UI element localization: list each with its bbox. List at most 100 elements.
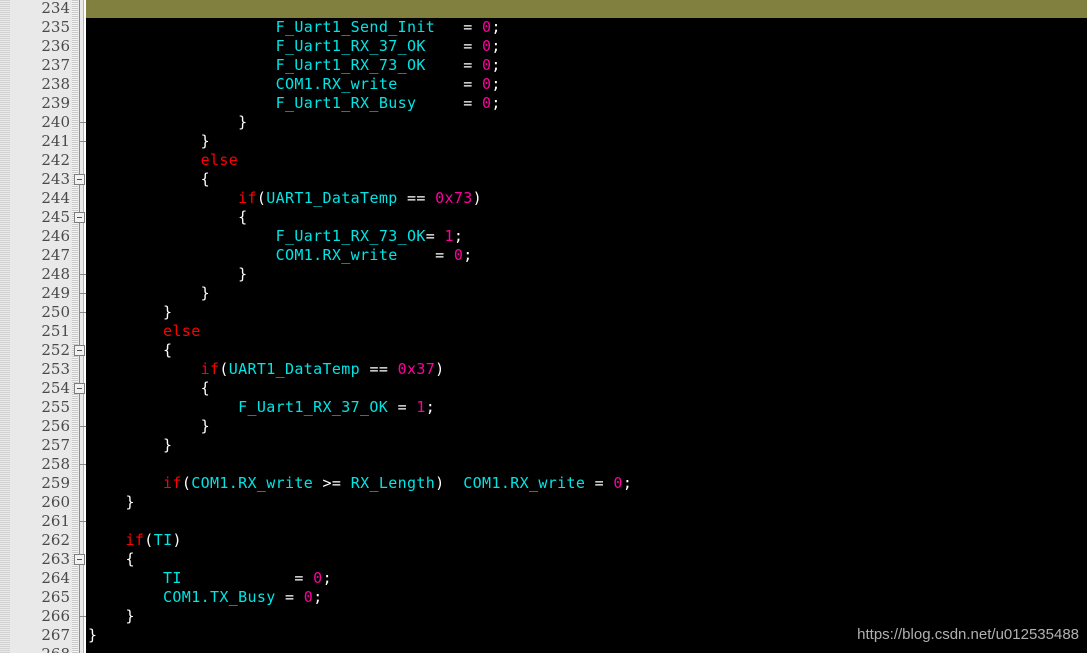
gutter-row: 239 xyxy=(0,94,86,113)
code-text-area[interactable]: F_Uart1_Send_Init = 0; F_Uart1_RX_37_OK … xyxy=(86,0,1087,653)
line-number: 246 xyxy=(41,227,70,245)
code-line[interactable]: } xyxy=(86,607,1087,626)
code-line-text: } xyxy=(86,417,1087,436)
code-token-num: 0 xyxy=(482,56,492,74)
code-line[interactable] xyxy=(86,512,1087,531)
code-line[interactable] xyxy=(86,455,1087,474)
code-line[interactable]: if(COM1.RX_write >= RX_Length) COM1.RX_w… xyxy=(86,474,1087,493)
gutter-row: 243 xyxy=(0,170,86,189)
code-token-id: COM1.RX_write xyxy=(275,75,398,93)
code-line[interactable]: } xyxy=(86,284,1087,303)
line-number: 235 xyxy=(41,18,70,36)
code-line[interactable]: } xyxy=(86,417,1087,436)
gutter-row: 241 xyxy=(0,132,86,151)
code-line[interactable]: F_Uart1_RX_37_OK = 0; xyxy=(86,37,1087,56)
code-token-pun: ; xyxy=(425,398,436,416)
line-number: 234 xyxy=(41,0,70,17)
code-token-op: = xyxy=(594,474,605,492)
code-line[interactable]: if(UART1_DataTemp == 0x37) xyxy=(86,360,1087,379)
line-number: 266 xyxy=(41,607,70,625)
code-line[interactable]: else xyxy=(86,322,1087,341)
code-token-op: == xyxy=(406,189,426,207)
code-line[interactable]: F_Uart1_RX_Busy = 0; xyxy=(86,94,1087,113)
gutter-row: 237 xyxy=(0,56,86,75)
code-line[interactable]: { xyxy=(86,170,1087,189)
code-line[interactable]: { xyxy=(86,208,1087,227)
line-number: 252 xyxy=(41,341,70,359)
code-line[interactable]: } xyxy=(86,132,1087,151)
code-token-id: F_Uart1_RX_37_OK xyxy=(238,398,389,416)
code-token-pun: ; xyxy=(453,227,464,245)
code-line[interactable]: COM1.RX_write = 0; xyxy=(86,75,1087,94)
code-line[interactable]: } xyxy=(86,303,1087,322)
code-line[interactable]: F_Uart1_RX_73_OK= 1; xyxy=(86,227,1087,246)
code-line[interactable]: F_Uart1_RX_73_OK = 0; xyxy=(86,56,1087,75)
gutter-row: 264 xyxy=(0,569,86,588)
gutter-row: 247 xyxy=(0,246,86,265)
line-number: 249 xyxy=(41,284,70,302)
line-number: 247 xyxy=(41,246,70,264)
code-line[interactable]: COM1.TX_Busy = 0; xyxy=(86,588,1087,607)
line-number: 236 xyxy=(41,37,70,55)
code-line-text: { xyxy=(86,379,1087,398)
code-token-num: 0x73 xyxy=(435,189,473,207)
gutter-row: 244 xyxy=(0,189,86,208)
code-token-pun: ( xyxy=(256,189,267,207)
code-line[interactable]: if(UART1_DataTemp == 0x73) xyxy=(86,189,1087,208)
code-token-num: 0 xyxy=(482,37,492,55)
code-line[interactable]: else xyxy=(86,151,1087,170)
code-line[interactable]: } xyxy=(86,436,1087,455)
fold-collapse-icon[interactable] xyxy=(74,212,85,223)
code-line[interactable]: { xyxy=(86,379,1087,398)
fold-collapse-icon[interactable] xyxy=(74,345,85,356)
code-line-text: } xyxy=(86,132,1087,151)
code-line[interactable]: { xyxy=(86,550,1087,569)
code-token-op: >= xyxy=(322,474,342,492)
code-token-pun: ; xyxy=(491,37,501,55)
code-token-id: RX_Length xyxy=(350,474,436,492)
code-line-text: } xyxy=(86,436,1087,455)
code-token-pun: ) xyxy=(435,474,445,492)
code-token-pun: { xyxy=(238,208,248,226)
code-line[interactable]: if(TI) xyxy=(86,531,1087,550)
code-line-text: } xyxy=(86,303,1087,322)
line-number: 239 xyxy=(41,94,70,112)
fold-collapse-icon[interactable] xyxy=(74,174,85,185)
code-line[interactable]: } xyxy=(86,265,1087,284)
code-line[interactable]: COM1.RX_write = 0; xyxy=(86,246,1087,265)
code-token-kw: if xyxy=(238,189,257,207)
code-token-pun: } xyxy=(200,132,210,150)
code-line[interactable]: F_Uart1_Send_Init = 0; xyxy=(86,18,1087,37)
code-token-pun: ; xyxy=(622,474,633,492)
code-line[interactable]: } xyxy=(86,113,1087,132)
code-line[interactable]: { xyxy=(86,341,1087,360)
code-line[interactable]: TI = 0; xyxy=(86,569,1087,588)
line-number: 245 xyxy=(41,208,70,226)
code-line-text: F_Uart1_RX_73_OK= 1; xyxy=(86,227,1087,246)
code-token-num: 0 xyxy=(613,474,623,492)
fold-collapse-icon[interactable] xyxy=(74,554,85,565)
gutter-row: 242 xyxy=(0,151,86,170)
code-token-pun: } xyxy=(163,436,173,454)
code-token-pun: } xyxy=(163,303,173,321)
code-line[interactable]: F_Uart1_RX_37_OK = 1; xyxy=(86,398,1087,417)
code-line-current[interactable] xyxy=(86,0,1087,18)
code-token-pun: } xyxy=(238,265,248,283)
fold-collapse-icon[interactable] xyxy=(74,383,85,394)
code-line[interactable] xyxy=(86,645,1087,653)
code-token-op: = xyxy=(397,398,407,416)
line-number: 253 xyxy=(41,360,70,378)
gutter-row: 251 xyxy=(0,322,86,341)
code-line[interactable]: } xyxy=(86,493,1087,512)
